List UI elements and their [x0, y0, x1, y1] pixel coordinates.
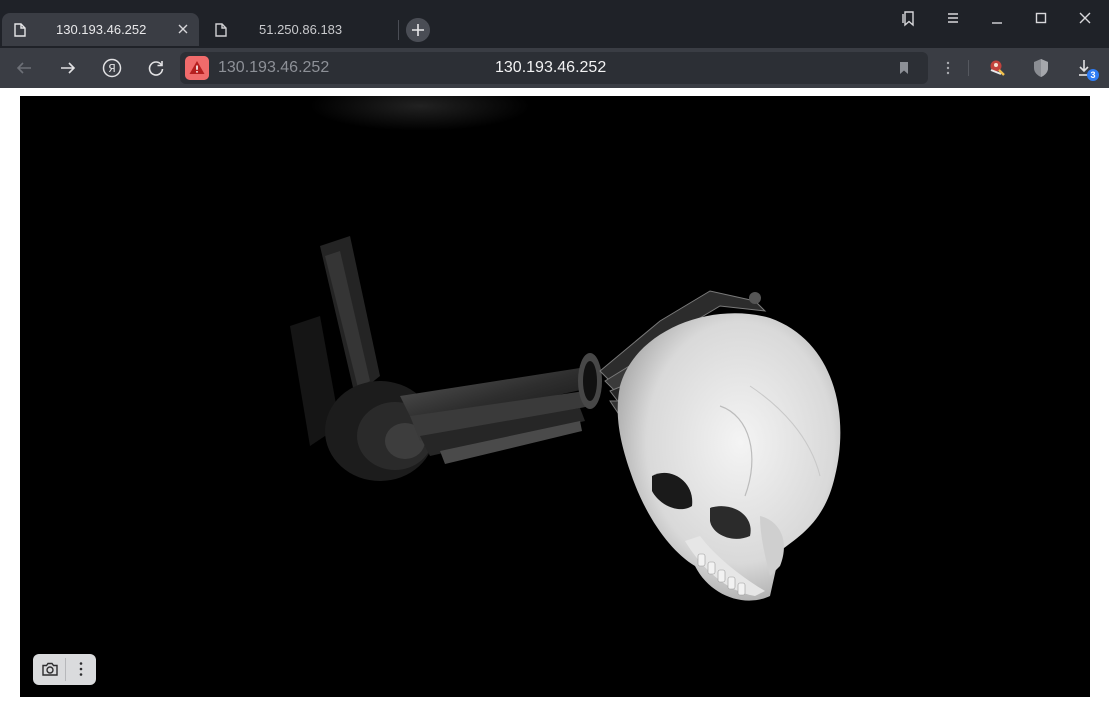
extension-icon[interactable] [985, 56, 1009, 80]
overlay-divider [65, 658, 66, 681]
robotic-hand-skull-image [20, 96, 1090, 697]
tab-title: 130.193.46.252 [56, 22, 147, 37]
camera-icon[interactable] [40, 659, 60, 679]
menu-icon[interactable] [941, 6, 965, 30]
bookmark-icon[interactable] [896, 60, 912, 76]
back-arrow-icon[interactable] [12, 56, 36, 80]
maximize-icon[interactable] [1029, 6, 1053, 30]
close-tab-icon[interactable] [175, 21, 191, 37]
tab-strip: 130.193.46.252 51.250.86.183 [0, 0, 1109, 48]
new-tab-button[interactable] [406, 18, 430, 42]
tab-active[interactable]: 130.193.46.252 [2, 13, 199, 46]
downloads-count-badge: 3 [1087, 69, 1099, 81]
more-vertical-icon[interactable] [74, 660, 88, 678]
shield-icon[interactable] [1029, 56, 1053, 80]
tab-divider [398, 20, 399, 40]
page-title-in-address-bar: 130.193.46.252 [495, 59, 607, 76]
tab-title: 51.250.86.183 [259, 22, 343, 37]
forward-arrow-icon[interactable] [56, 56, 80, 80]
more-icon[interactable] [940, 58, 956, 78]
warning-icon[interactable] [185, 56, 209, 80]
toolbar-divider [968, 60, 969, 76]
document-icon [215, 23, 227, 37]
svg-text:Я: Я [108, 62, 116, 75]
yandex-icon[interactable]: Я [100, 56, 124, 80]
document-icon [14, 23, 26, 37]
url-text[interactable]: 130.193.46.252 [218, 59, 329, 77]
collections-icon[interactable] [897, 6, 921, 30]
minimize-icon[interactable] [985, 6, 1009, 30]
reload-icon[interactable] [144, 56, 168, 80]
tab-inactive[interactable]: 51.250.86.183 [203, 13, 398, 46]
close-window-icon[interactable] [1073, 6, 1097, 30]
